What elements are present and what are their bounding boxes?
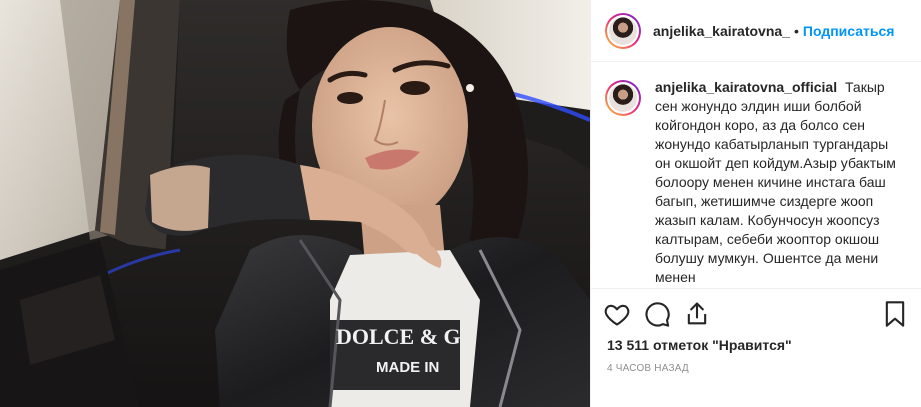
comment-icon[interactable] bbox=[643, 300, 671, 328]
caption-text-block: anjelika_kairatovna_official Такыр сен ж… bbox=[655, 78, 905, 287]
caption-text: Такыр сен жонундо элдин иши болбой койго… bbox=[655, 79, 896, 285]
share-icon[interactable] bbox=[683, 300, 711, 328]
post-photo[interactable]: DOLCE & G MADE IN bbox=[0, 0, 590, 407]
likes-label-middle: отметок bbox=[652, 337, 709, 353]
heart-icon[interactable] bbox=[603, 300, 631, 328]
likes-count[interactable]: 13 511 отметок "Нравится" bbox=[591, 337, 921, 353]
post-image: DOLCE & G MADE IN bbox=[0, 0, 590, 407]
comments-section[interactable]: anjelika_kairatovna_official Такыр сен ж… bbox=[591, 62, 921, 289]
bookmark-icon[interactable] bbox=[881, 300, 909, 328]
post-actions bbox=[591, 289, 921, 339]
caption-username[interactable]: anjelika_kairatovna_official bbox=[655, 79, 837, 95]
header-separator: • bbox=[793, 22, 799, 39]
author-avatar[interactable] bbox=[605, 12, 641, 49]
caption-comment: anjelika_kairatovna_official Такыр сен ж… bbox=[605, 78, 907, 287]
post-details-panel: anjelika_kairatovna_ • Подписаться anjel… bbox=[590, 0, 921, 407]
likes-number: 13 511 bbox=[607, 337, 650, 353]
caption-avatar[interactable] bbox=[605, 80, 641, 116]
shirt-text-line1: DOLCE & G bbox=[336, 324, 461, 349]
instagram-post: DOLCE & G MADE IN anjelika_kairatovna_ •… bbox=[0, 0, 921, 407]
post-header: anjelika_kairatovna_ • Подписаться bbox=[591, 0, 921, 62]
post-timestamp[interactable]: 4 ЧАСОВ НАЗАД bbox=[591, 363, 921, 374]
follow-button[interactable]: Подписаться bbox=[803, 23, 895, 39]
shirt-text-line2: MADE IN bbox=[376, 359, 439, 376]
author-username[interactable]: anjelika_kairatovna_ bbox=[653, 23, 790, 39]
likes-label-end: "Нравится" bbox=[712, 337, 792, 353]
